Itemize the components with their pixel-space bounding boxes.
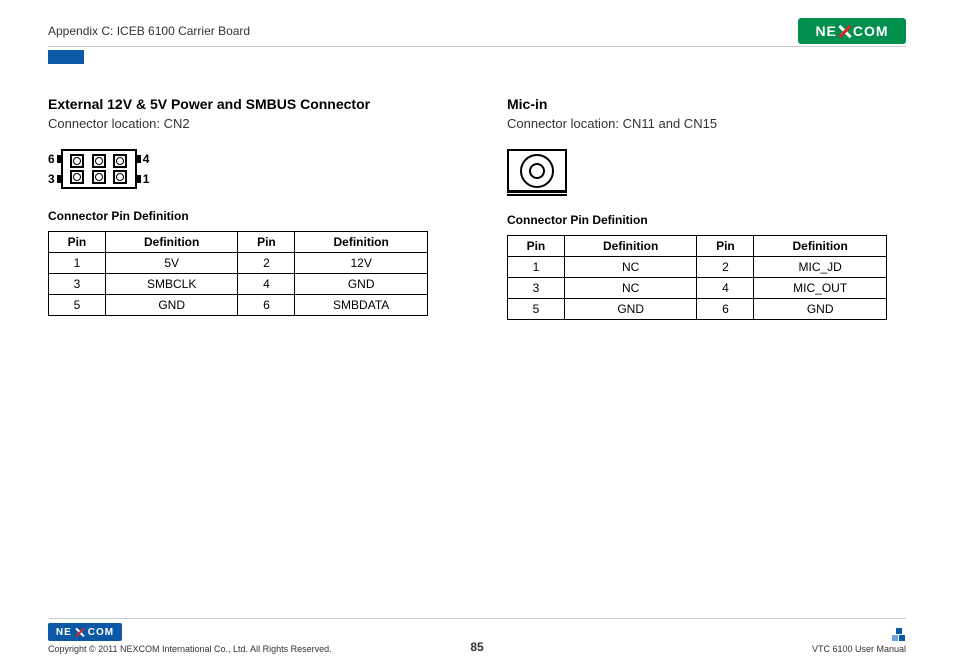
diagram-right-labels: 4 1	[143, 152, 150, 186]
power-connector-diagram: 6 3 4 1	[48, 149, 447, 189]
pin-icon	[113, 154, 127, 168]
cell-pin: 5	[49, 295, 106, 316]
cell-def: GND	[105, 295, 238, 316]
table-row: 3 NC 4 MIC_OUT	[508, 278, 887, 299]
right-column: Mic-in Connector location: CN11 and CN15…	[507, 96, 906, 320]
th-def: Definition	[295, 232, 428, 253]
header-accent-block	[48, 50, 84, 64]
jack-outer-icon	[520, 154, 554, 188]
footer-brand-logo: NECOM	[48, 623, 122, 641]
th-def: Definition	[564, 236, 697, 257]
connector-body-icon	[61, 149, 137, 189]
cell-def: NC	[564, 278, 697, 299]
th-def: Definition	[105, 232, 238, 253]
cell-def: MIC_OUT	[754, 278, 887, 299]
cell-def: 5V	[105, 253, 238, 274]
pin-icon	[92, 170, 106, 184]
cell-pin: 1	[508, 257, 565, 278]
pin-icon	[70, 154, 84, 168]
th-def: Definition	[754, 236, 887, 257]
content-area: External 12V & 5V Power and SMBUS Connec…	[48, 96, 906, 320]
pin-label-4: 4	[143, 152, 150, 166]
left-section-title: External 12V & 5V Power and SMBUS Connec…	[48, 96, 447, 112]
cell-def: GND	[564, 299, 697, 320]
cell-def: GND	[295, 274, 428, 295]
table-row: 5 GND 6 GND	[508, 299, 887, 320]
cell-def: SMBCLK	[105, 274, 238, 295]
th-pin: Pin	[697, 236, 754, 257]
cell-pin: 6	[238, 295, 295, 316]
table-row: 1 NC 2 MIC_JD	[508, 257, 887, 278]
copyright-text: Copyright © 2011 NEXCOM International Co…	[48, 644, 332, 654]
th-pin: Pin	[49, 232, 106, 253]
cell-pin: 2	[697, 257, 754, 278]
diagram-left-labels: 6 3	[48, 152, 55, 186]
cell-def: SMBDATA	[295, 295, 428, 316]
footer-left: NECOM Copyright © 2011 NEXCOM Internatio…	[48, 623, 332, 654]
pin-label-6: 6	[48, 152, 55, 166]
page-number: 85	[470, 640, 483, 654]
page-footer: NECOM Copyright © 2011 NEXCOM Internatio…	[48, 618, 906, 654]
cell-pin: 5	[508, 299, 565, 320]
pin-label-3: 3	[48, 172, 55, 186]
footer-rule	[48, 618, 906, 619]
cell-pin: 4	[697, 278, 754, 299]
cell-pin: 1	[49, 253, 106, 274]
page-header: Appendix C: ICEB 6100 Carrier Board NECO…	[48, 18, 906, 44]
footer-right: VTC 6100 User Manual	[812, 628, 906, 654]
manual-name: VTC 6100 User Manual	[812, 644, 906, 654]
appendix-title: Appendix C: ICEB 6100 Carrier Board	[48, 24, 250, 38]
cell-pin: 6	[697, 299, 754, 320]
header-rule	[48, 46, 906, 47]
pin-icon	[113, 170, 127, 184]
brand-logo: NECOM	[798, 18, 906, 44]
left-column: External 12V & 5V Power and SMBUS Connec…	[48, 96, 447, 320]
mic-jack-diagram	[507, 149, 567, 193]
cell-pin: 2	[238, 253, 295, 274]
right-section-title: Mic-in	[507, 96, 906, 112]
cell-def: NC	[564, 257, 697, 278]
th-pin: Pin	[508, 236, 565, 257]
table-row: 3 SMBCLK 4 GND	[49, 274, 428, 295]
cell-def: 12V	[295, 253, 428, 274]
logo-x-icon	[838, 24, 852, 38]
table-row: 1 5V 2 12V	[49, 253, 428, 274]
jack-inner-icon	[529, 163, 545, 179]
left-section-subtitle: Connector location: CN2	[48, 116, 447, 131]
cell-def: GND	[754, 299, 887, 320]
left-pin-table: Pin Definition Pin Definition 1 5V 2 12V…	[48, 231, 428, 316]
right-table-title: Connector Pin Definition	[507, 213, 906, 227]
pin-label-1: 1	[143, 172, 150, 186]
pin-icon	[70, 170, 84, 184]
table-row: 5 GND 6 SMBDATA	[49, 295, 428, 316]
cell-def: MIC_JD	[754, 257, 887, 278]
cell-pin: 3	[49, 274, 106, 295]
footer-row: NECOM Copyright © 2011 NEXCOM Internatio…	[48, 623, 906, 654]
th-pin: Pin	[238, 232, 295, 253]
logo-x-icon	[75, 627, 85, 637]
table-header-row: Pin Definition Pin Definition	[49, 232, 428, 253]
cell-pin: 3	[508, 278, 565, 299]
corner-mark-icon	[892, 628, 906, 642]
right-pin-table: Pin Definition Pin Definition 1 NC 2 MIC…	[507, 235, 887, 320]
left-table-title: Connector Pin Definition	[48, 209, 447, 223]
cell-pin: 4	[238, 274, 295, 295]
pin-icon	[92, 154, 106, 168]
table-header-row: Pin Definition Pin Definition	[508, 236, 887, 257]
right-section-subtitle: Connector location: CN11 and CN15	[507, 116, 906, 131]
